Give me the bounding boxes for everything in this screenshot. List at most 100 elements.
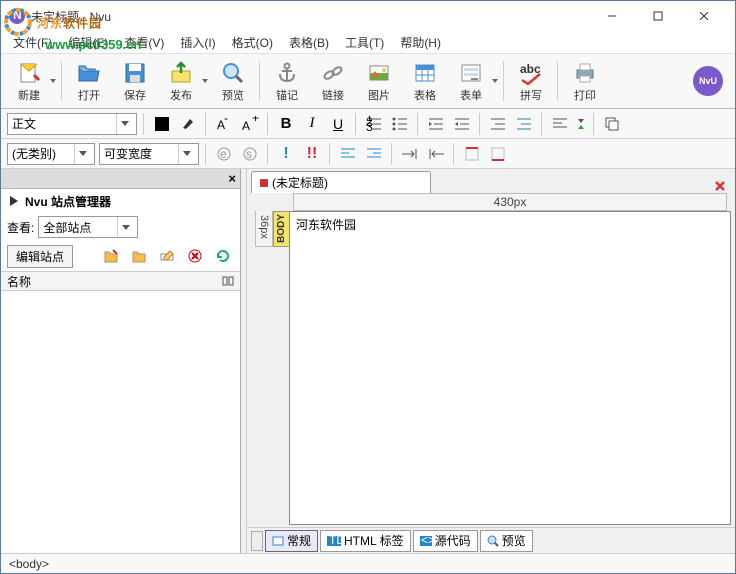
border-top-button[interactable] (461, 143, 483, 165)
close-button[interactable] (681, 1, 727, 31)
source-icon: <> (420, 535, 432, 547)
def-term-button[interactable] (487, 113, 509, 135)
vertical-ruler: 36px (255, 211, 273, 247)
view-tab-preview[interactable]: 预览 (480, 530, 533, 552)
border-bottom-button[interactable] (487, 143, 509, 165)
menu-view[interactable]: 查看(V) (118, 32, 170, 53)
menubar: 文件(F) 编辑(E) 查看(V) 插入(I) 格式(O) 表格(B) 工具(T… (1, 31, 735, 53)
bullet-list-button[interactable] (389, 113, 411, 135)
body-tag-marker[interactable]: BODY (273, 211, 289, 247)
align-button[interactable] (549, 113, 571, 135)
link-button[interactable]: 链接 (311, 56, 355, 106)
content-area: × Nvu 站点管理器 查看: 全部站点 编辑站点 名称 (1, 169, 735, 553)
window-controls (589, 1, 727, 31)
view-tab-normal[interactable]: 常规 (265, 530, 318, 552)
svg-text:e: e (220, 147, 227, 161)
tab-close-button[interactable] (709, 179, 731, 193)
sidebar-close-button[interactable]: × (228, 171, 236, 186)
strong-button[interactable]: s (239, 143, 261, 165)
link-icon (320, 60, 346, 86)
table-icon (412, 60, 438, 86)
layer-button[interactable] (601, 113, 623, 135)
paragraph-combo[interactable]: 正文 (7, 113, 137, 135)
anchor-button[interactable]: 锚记 (265, 56, 309, 106)
ltr-button[interactable] (399, 143, 421, 165)
form-dropdown[interactable] (491, 79, 499, 83)
class-combo[interactable]: (无类别) (7, 143, 95, 165)
main-toolbar: 新建 打开 保存 发布 预览 锚记 链接 图片 表格 表单 abc (1, 53, 735, 109)
italic-button[interactable]: I (301, 113, 323, 135)
bold-button[interactable]: B (275, 113, 297, 135)
triangle-icon (7, 194, 21, 208)
menu-tools[interactable]: 工具(T) (339, 32, 390, 53)
save-button[interactable]: 保存 (113, 56, 157, 106)
print-icon (572, 60, 598, 86)
underline-button[interactable]: U (327, 113, 349, 135)
publish-icon (168, 60, 194, 86)
open-folder-button[interactable] (128, 245, 150, 267)
outdent-button[interactable] (425, 113, 447, 135)
menu-format[interactable]: 格式(O) (226, 32, 279, 53)
refresh-button[interactable] (212, 245, 234, 267)
align-right-button[interactable] (363, 143, 385, 165)
align-left-button[interactable] (337, 143, 359, 165)
table-button[interactable]: 表格 (403, 56, 447, 106)
menu-table[interactable]: 表格(B) (283, 32, 335, 53)
text-color-button[interactable] (151, 113, 173, 135)
menu-help[interactable]: 帮助(H) (394, 32, 447, 53)
preview-button[interactable]: 预览 (211, 56, 255, 106)
decrease-font-button[interactable]: A- (213, 113, 235, 135)
align-dropdown[interactable] (575, 113, 587, 135)
emphasis-stronger-button[interactable]: !! (301, 143, 323, 165)
col-toggle-icon[interactable] (222, 275, 234, 287)
edit-site-button[interactable]: 编辑站点 (7, 245, 73, 268)
form-button[interactable]: 表单 (449, 56, 493, 106)
rtl-button[interactable] (425, 143, 447, 165)
sidebar-list-body[interactable] (1, 291, 240, 553)
emphasis-strong-button[interactable]: ! (275, 143, 297, 165)
svg-text:3: 3 (366, 120, 373, 132)
format-toolbar-1: 正文 A- A+ B I U 123 (1, 109, 735, 139)
publish-button[interactable]: 发布 (159, 56, 203, 106)
print-button[interactable]: 打印 (563, 56, 607, 106)
titlebar: N 未定标题 - Nvu (1, 1, 735, 31)
statusbar: <body> (1, 553, 735, 573)
normal-icon (272, 535, 284, 547)
status-path[interactable]: <body> (9, 557, 49, 571)
svg-text:abc: abc (520, 62, 541, 76)
document-content: 河东软件园 (296, 218, 356, 232)
nvu-logo: NvU (693, 66, 723, 96)
new-dropdown[interactable] (49, 79, 57, 83)
svg-text:TD: TD (329, 535, 341, 547)
new-button[interactable]: 新建 (7, 56, 51, 106)
spell-button[interactable]: abc 拼写 (509, 56, 553, 106)
view-tab-source[interactable]: <> 源代码 (413, 530, 478, 552)
document-canvas[interactable]: 河东软件园 (289, 211, 731, 525)
tab-scroll-left[interactable] (251, 531, 263, 551)
numbered-list-button[interactable]: 123 (363, 113, 385, 135)
svg-text:s: s (246, 147, 252, 161)
image-button[interactable]: 图片 (357, 56, 401, 106)
menu-edit[interactable]: 编辑(E) (62, 32, 114, 53)
minimize-button[interactable] (589, 1, 635, 31)
image-icon (366, 60, 392, 86)
document-tab[interactable]: (未定标题) (251, 171, 431, 193)
menu-insert[interactable]: 插入(I) (174, 32, 221, 53)
new-folder-button[interactable] (100, 245, 122, 267)
menu-file[interactable]: 文件(F) (7, 32, 58, 53)
form-icon (458, 60, 484, 86)
open-button[interactable]: 打开 (67, 56, 111, 106)
delete-button[interactable] (184, 245, 206, 267)
rename-button[interactable] (156, 245, 178, 267)
publish-dropdown[interactable] (201, 79, 209, 83)
view-mode-tabs: 常规 TD HTML 标签 <> 源代码 预览 (247, 527, 735, 553)
view-tab-html[interactable]: TD HTML 标签 (320, 530, 411, 552)
view-combo[interactable]: 全部站点 (38, 216, 138, 238)
font-combo[interactable]: 可变宽度 (99, 143, 199, 165)
em-button[interactable]: e (213, 143, 235, 165)
highlight-button[interactable] (177, 113, 199, 135)
increase-font-button[interactable]: A+ (239, 113, 261, 135)
indent-button[interactable] (451, 113, 473, 135)
maximize-button[interactable] (635, 1, 681, 31)
def-desc-button[interactable] (513, 113, 535, 135)
